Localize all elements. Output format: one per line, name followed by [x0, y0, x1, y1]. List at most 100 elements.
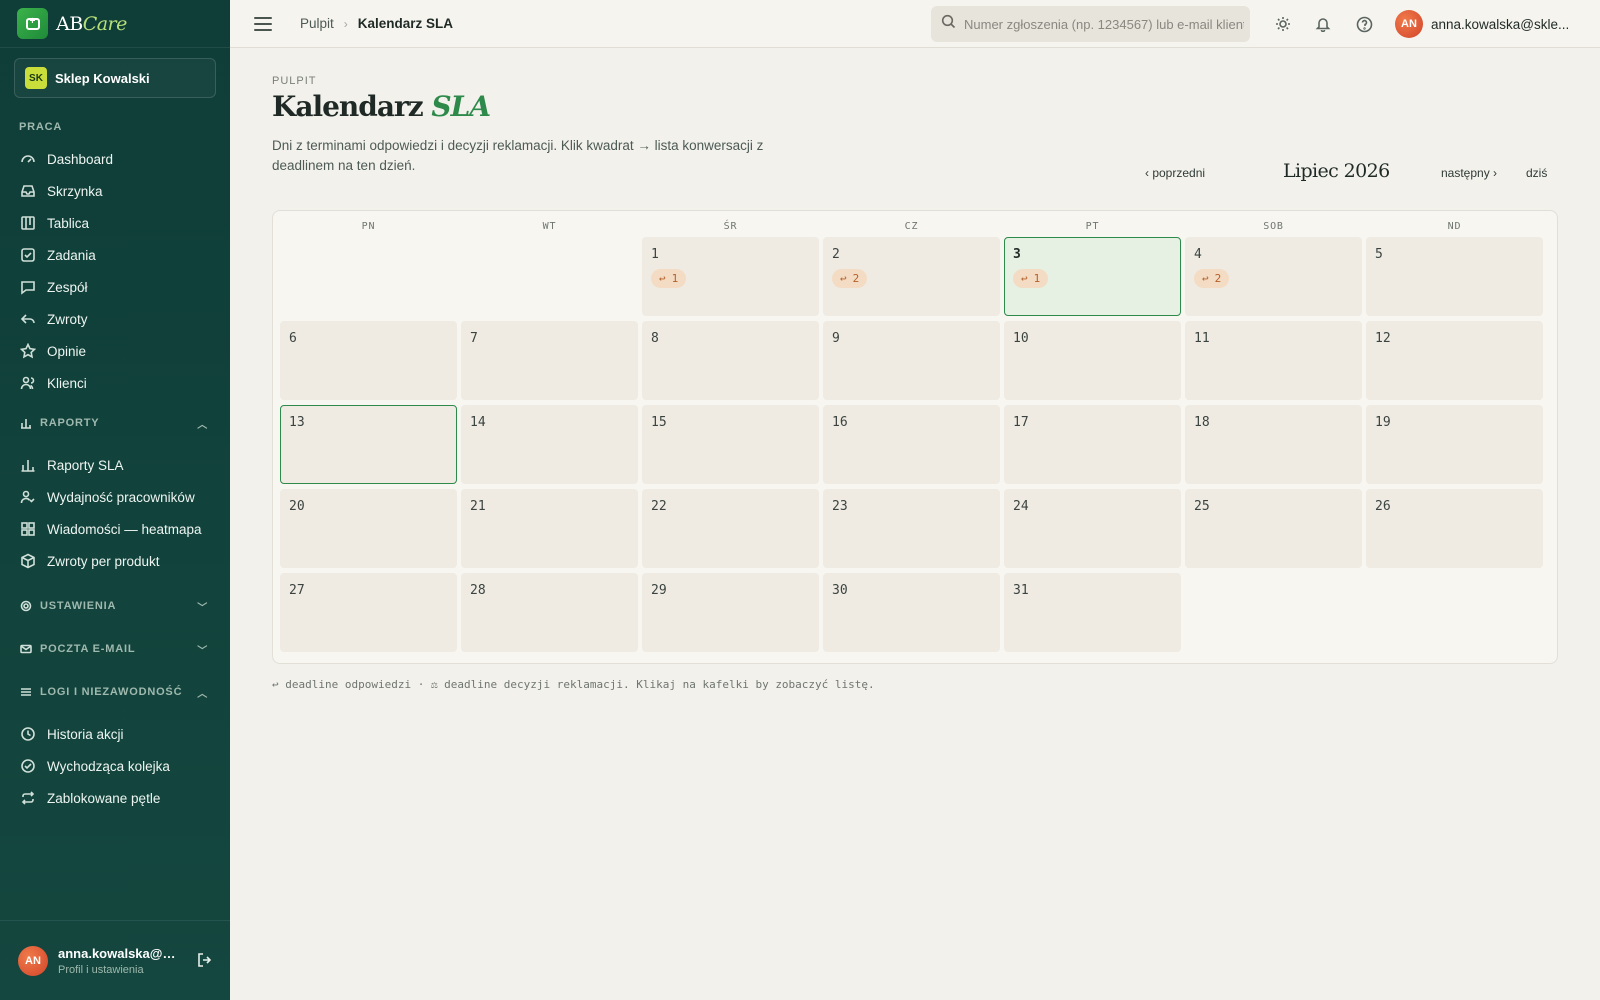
calendar-day[interactable]: 19 [1366, 405, 1543, 484]
bell-icon[interactable] [1313, 14, 1333, 34]
grid-icon [19, 521, 36, 538]
sidebar-item-wydajnosc[interactable]: Wydajność pracowników [0, 481, 230, 513]
calendar-day[interactable]: 5 [1366, 237, 1543, 316]
sidebar-item-petle[interactable]: Zablokowane pętle [0, 782, 230, 814]
store-switcher[interactable]: SK Sklep Kowalski [14, 58, 216, 98]
sidebar-item-zadania[interactable]: Zadania [0, 239, 230, 271]
deadline-count: 1 [1033, 272, 1041, 285]
calendar-day[interactable]: 7 [461, 321, 638, 400]
calendar-day[interactable]: 11 [1185, 321, 1362, 400]
calendar-day[interactable]: 27 [280, 573, 457, 652]
mail-icon [19, 643, 32, 656]
brand[interactable]: ABCare [0, 0, 230, 48]
sidebar-item-tablica[interactable]: Tablica [0, 207, 230, 239]
breadcrumb-separator: › [343, 16, 348, 31]
deadline-count: 2 [852, 272, 860, 285]
calendar-day[interactable]: 28 [461, 573, 638, 652]
sidebar-item-zwroty-produkt[interactable]: Zwroty per produkt [0, 545, 230, 577]
section-header-raporty[interactable]: RAPORTY ︿ [0, 413, 230, 433]
day-number: 9 [832, 331, 840, 346]
day-number: 2 [832, 247, 840, 262]
calendar-day[interactable]: 15 [642, 405, 819, 484]
section-header-ustawienia[interactable]: USTAWIENIA ﹀ [0, 596, 230, 616]
logout-icon[interactable] [196, 951, 214, 974]
brand-logo-icon [17, 8, 48, 39]
calendar-day[interactable]: 1 ↩ 1 [642, 237, 819, 316]
calendar-day[interactable]: 14 [461, 405, 638, 484]
chevron-down-icon: ﹀ [197, 645, 208, 657]
day-number: 29 [651, 583, 667, 598]
calendar-day[interactable]: 12 [1366, 321, 1543, 400]
breadcrumb-link-pulpit[interactable]: Pulpit [300, 16, 334, 31]
sidebar-item-dashboard[interactable]: Dashboard [0, 143, 230, 175]
user-subtitle: Profil i ustawienia [58, 963, 144, 976]
calendar-day[interactable]: 29 [642, 573, 819, 652]
clock-icon [19, 726, 36, 743]
day-number: 12 [1375, 331, 1391, 346]
sidebar-item-zwroty[interactable]: Zwroty [0, 303, 230, 335]
search-input[interactable] [964, 16, 1244, 32]
day-number: 8 [651, 331, 659, 346]
calendar-day[interactable]: 10 [1004, 321, 1181, 400]
day-number: 20 [289, 499, 305, 514]
sidebar-item-label: Wydajność pracowników [47, 489, 195, 505]
avatar: AN [1395, 10, 1423, 38]
deadline-badge: ↩ 1 [1013, 269, 1049, 288]
sun-icon[interactable] [1273, 14, 1293, 34]
sidebar-item-opinie[interactable]: Opinie [0, 335, 230, 367]
sidebar-item-heatmapa[interactable]: Wiadomości — heatmapa [0, 513, 230, 545]
kanban-icon [19, 215, 36, 232]
page-title: Kalendarz SLA [272, 90, 491, 123]
section-header-poczta[interactable]: POCZTA E-MAIL ﹀ [0, 639, 230, 659]
undo-icon [19, 311, 36, 328]
calendar-day[interactable]: 6 [280, 321, 457, 400]
calendar-day[interactable]: 13 [280, 405, 457, 484]
sidebar-user-profile[interactable]: AN anna.kowalska@s... Profil i ustawieni… [0, 920, 230, 1000]
sidebar-item-skrzynka[interactable]: Skrzynka [0, 175, 230, 207]
sidebar-item-historia[interactable]: Historia akcji [0, 718, 230, 750]
nav-section-logi: LOGI I NIEZAWODNOŚĆ ︿ Historia akcji Wyc… [0, 682, 230, 814]
user-check-icon [19, 489, 36, 506]
sidebar-item-label: Zadania [47, 247, 96, 263]
calendar-day[interactable]: 22 [642, 489, 819, 568]
calendar-day[interactable]: 26 [1366, 489, 1543, 568]
weekday-header: ŚR [723, 221, 738, 232]
store-name: Sklep Kowalski [55, 70, 150, 86]
calendar-day[interactable]: 21 [461, 489, 638, 568]
calendar-day[interactable]: 17 [1004, 405, 1181, 484]
calendar-day[interactable]: 25 [1185, 489, 1362, 568]
calendar-day[interactable]: 8 [642, 321, 819, 400]
sidebar-item-zespol[interactable]: Zespół [0, 271, 230, 303]
top-user-menu[interactable]: AN anna.kowalska@skle... [1395, 10, 1571, 38]
sidebar-item-raporty-sla[interactable]: Raporty SLA [0, 449, 230, 481]
sidebar-item-klienci[interactable]: Klienci [0, 367, 230, 399]
calendar-day[interactable]: 23 [823, 489, 1000, 568]
calendar-day[interactable]: 30 [823, 573, 1000, 652]
day-number: 3 [1013, 247, 1021, 262]
today-button[interactable]: dziś [1526, 166, 1547, 180]
next-month-button[interactable]: następny › [1441, 166, 1497, 180]
sidebar-item-label: Skrzynka [47, 183, 103, 199]
calendar-day[interactable]: 24 [1004, 489, 1181, 568]
chevron-up-icon: ︿ [197, 688, 208, 700]
weekday-header: CZ [904, 221, 919, 232]
calendar-day[interactable]: 16 [823, 405, 1000, 484]
menu-icon[interactable] [254, 16, 272, 31]
day-number: 4 [1194, 247, 1202, 262]
prev-month-button[interactable]: ‹ poprzedni [1145, 166, 1205, 180]
help-icon[interactable] [1354, 14, 1374, 34]
section-header-logi[interactable]: LOGI I NIEZAWODNOŚĆ ︿ [0, 682, 230, 702]
calendar-day[interactable]: 3 ↩ 1 [1004, 237, 1181, 316]
calendar-day[interactable]: 31 [1004, 573, 1181, 652]
calendar-day[interactable]: 2 ↩ 2 [823, 237, 1000, 316]
breadcrumb-current: Kalendarz SLA [357, 16, 454, 31]
calendar-day[interactable]: 9 [823, 321, 1000, 400]
page-eyebrow: PULPIT [272, 75, 317, 87]
day-number: 11 [1194, 331, 1210, 346]
calendar-day[interactable]: 18 [1185, 405, 1362, 484]
calendar-day[interactable]: 20 [280, 489, 457, 568]
sidebar-item-kolejka[interactable]: Wychodząca kolejka [0, 750, 230, 782]
brand-name: ABCare [56, 12, 127, 35]
day-number: 1 [651, 247, 659, 262]
calendar-day[interactable]: 4 ↩ 2 [1185, 237, 1362, 316]
